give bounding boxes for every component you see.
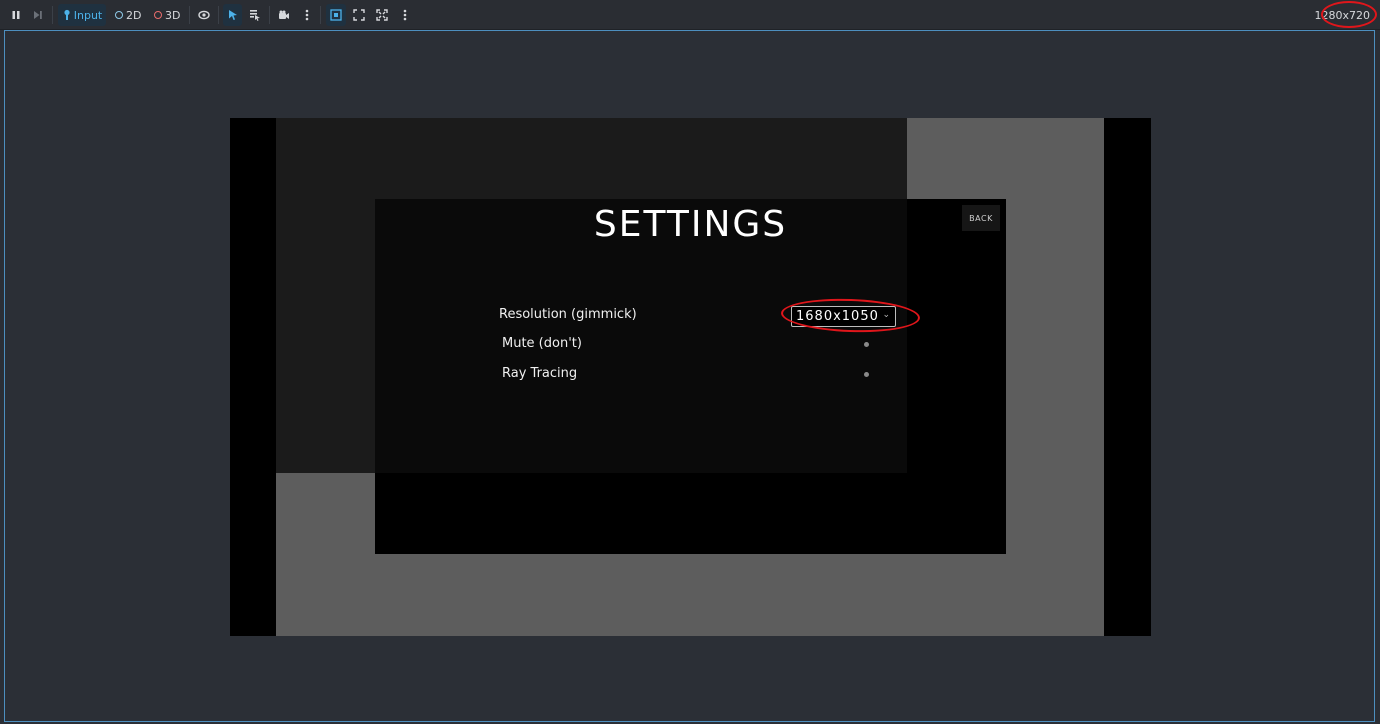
resolution-value: 1680x1050 bbox=[796, 309, 879, 324]
select-tool-button[interactable] bbox=[223, 4, 242, 26]
list-select-button[interactable] bbox=[246, 4, 264, 26]
circle-2d-icon bbox=[115, 11, 123, 19]
mode-2d-label: 2D bbox=[126, 8, 142, 22]
pointer-icon bbox=[228, 10, 237, 20]
resolution-dropdown[interactable]: 1680x1050 ⌄ bbox=[791, 306, 896, 327]
visibility-button[interactable] bbox=[195, 4, 213, 26]
input-mode-button[interactable]: Input bbox=[58, 4, 106, 26]
chevron-down-icon: ⌄ bbox=[882, 310, 891, 320]
more-vertical-icon bbox=[403, 9, 407, 21]
step-forward-icon bbox=[34, 11, 42, 19]
back-button[interactable]: BACK bbox=[962, 205, 1000, 231]
camera-override-button[interactable] bbox=[275, 4, 293, 26]
more-vertical-icon bbox=[305, 9, 309, 21]
resolution-label: Resolution (gimmick) bbox=[499, 307, 637, 322]
ray-tracing-label: Ray Tracing bbox=[502, 366, 578, 381]
pause-button[interactable] bbox=[7, 4, 25, 26]
settings-title: SETTINGS bbox=[593, 203, 788, 245]
mode-3d-button[interactable]: 3D bbox=[154, 4, 180, 26]
input-mode-label: Input bbox=[73, 8, 103, 22]
joypad-icon bbox=[64, 9, 70, 20]
fit-window-button[interactable] bbox=[350, 4, 368, 26]
resolution-indicator: 1280x720 bbox=[1314, 8, 1371, 22]
pause-icon bbox=[12, 11, 20, 19]
embed-game-button[interactable] bbox=[326, 4, 346, 26]
mute-label: Mute (don't) bbox=[502, 336, 582, 351]
circle-3d-icon bbox=[154, 11, 162, 19]
game-screen: SETTINGS BACK Resolution (gimmick) 1680x… bbox=[230, 118, 1151, 636]
editor-toolbar: Input 2D 3D 1280x720 bbox=[0, 0, 1380, 30]
expand-button[interactable] bbox=[373, 4, 391, 26]
mute-checkbox[interactable] bbox=[864, 342, 869, 347]
embed-window-icon bbox=[330, 9, 342, 21]
embed-options-button[interactable] bbox=[397, 4, 413, 26]
list-pointer-icon bbox=[250, 10, 260, 21]
camera-icon bbox=[279, 10, 289, 19]
eye-icon bbox=[198, 10, 210, 20]
step-frame-button[interactable] bbox=[29, 4, 47, 26]
mode-3d-label: 3D bbox=[165, 8, 181, 22]
fit-corners-icon bbox=[353, 9, 365, 21]
camera-options-button[interactable] bbox=[299, 4, 315, 26]
expand-icon bbox=[376, 9, 388, 21]
ray-tracing-checkbox[interactable] bbox=[864, 372, 869, 377]
mode-2d-button[interactable]: 2D bbox=[115, 4, 141, 26]
